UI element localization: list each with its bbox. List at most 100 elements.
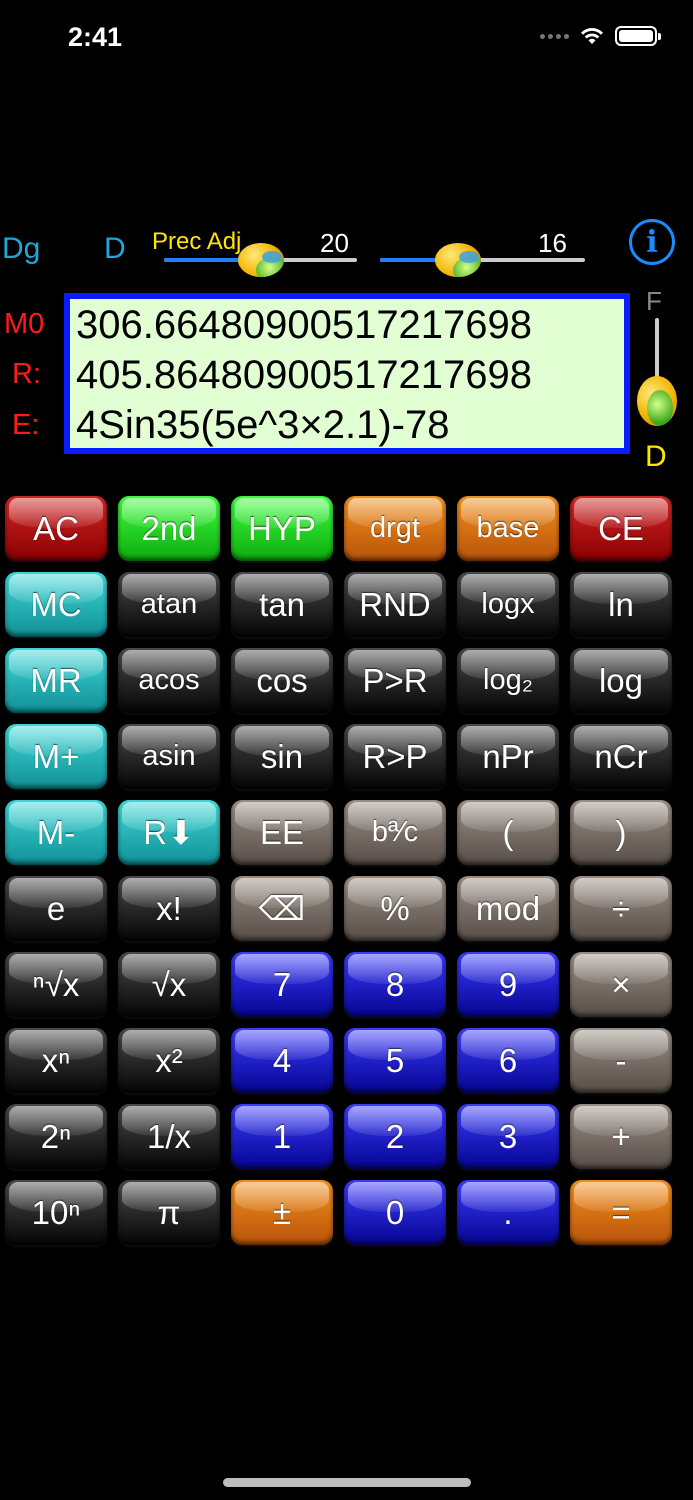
format-vertical-slider-knob[interactable] xyxy=(637,376,677,426)
key-reciprocal[interactable]: 1/x xyxy=(118,1104,220,1169)
calculator-display: 306.66480900517217698 405.86480900517217… xyxy=(64,293,630,454)
key-pi[interactable]: π xyxy=(118,1180,220,1245)
key-atan[interactable]: atan xyxy=(118,572,220,637)
key-label: RND xyxy=(359,585,431,623)
key-label: tan xyxy=(259,585,305,623)
key-ce[interactable]: CE xyxy=(570,496,672,561)
key-x-squared[interactable]: x² xyxy=(118,1028,220,1093)
key-polar-to-rect[interactable]: P>R xyxy=(344,648,446,713)
key-label: logx xyxy=(481,588,535,620)
key-tan[interactable]: tan xyxy=(231,572,333,637)
key-divide[interactable]: ÷ xyxy=(570,876,672,941)
info-button[interactable]: i xyxy=(629,219,675,265)
key-label: ⁿ√x xyxy=(32,965,80,1003)
key-label: asin xyxy=(142,740,196,772)
key-asin[interactable]: asin xyxy=(118,724,220,789)
key-label: 2nd xyxy=(141,509,197,547)
key-label: M- xyxy=(36,813,76,851)
key-nth-root[interactable]: ⁿ√x xyxy=(5,952,107,1017)
key-base[interactable]: base xyxy=(457,496,559,561)
key-label: AC xyxy=(33,509,79,547)
key-percent[interactable]: % xyxy=(344,876,446,941)
key-6[interactable]: 6 xyxy=(457,1028,559,1093)
key-minus[interactable]: - xyxy=(570,1028,672,1093)
key-label: ÷ xyxy=(611,889,631,927)
home-indicator[interactable] xyxy=(223,1478,471,1487)
key-fraction[interactable]: bª⁄c xyxy=(344,800,446,865)
key-log2[interactable]: log₂ xyxy=(457,648,559,713)
key-sqrt[interactable]: √x xyxy=(118,952,220,1017)
key-label: + xyxy=(611,1117,631,1155)
key-7[interactable]: 7 xyxy=(231,952,333,1017)
key-5[interactable]: 5 xyxy=(344,1028,446,1093)
result-label: R: xyxy=(12,358,41,390)
key-close-paren[interactable]: ) xyxy=(570,800,672,865)
key-sin[interactable]: sin xyxy=(231,724,333,789)
precision-value: 20 xyxy=(320,228,349,258)
key-mr[interactable]: MR xyxy=(5,648,107,713)
key-m-minus[interactable]: M- xyxy=(5,800,107,865)
key-ac[interactable]: AC xyxy=(5,496,107,561)
key-mc[interactable]: MC xyxy=(5,572,107,637)
key-npr[interactable]: nPr xyxy=(457,724,559,789)
key-9[interactable]: 9 xyxy=(457,952,559,1017)
key-label: nPr xyxy=(482,737,534,775)
key-hyp[interactable]: HYP xyxy=(231,496,333,561)
key-label: 10ⁿ xyxy=(31,1193,81,1231)
format-mode-toggle[interactable]: D xyxy=(104,232,126,266)
key-label: . xyxy=(503,1193,513,1231)
key-1[interactable]: 1 xyxy=(231,1104,333,1169)
key-label: MR xyxy=(30,661,82,699)
key-plus[interactable]: + xyxy=(570,1104,672,1169)
key-rnd[interactable]: RND xyxy=(344,572,446,637)
precision-slider-knob[interactable] xyxy=(237,243,284,277)
key-label: ) xyxy=(615,813,627,851)
key-two-pow-n[interactable]: 2ⁿ xyxy=(5,1104,107,1169)
digits-slider-knob[interactable] xyxy=(434,243,481,277)
key-factorial[interactable]: x! xyxy=(118,876,220,941)
key-backspace[interactable]: ⌫ xyxy=(231,876,333,941)
keypad: AC 2nd HYP drgt base CE MC atan tan RND logx ln MR ac… xyxy=(5,496,673,1245)
wifi-icon xyxy=(581,28,603,44)
key-drgt[interactable]: drgt xyxy=(344,496,446,561)
key-label: MC xyxy=(30,585,82,623)
key-label: ln xyxy=(608,585,634,623)
key-multiply[interactable]: × xyxy=(570,952,672,1017)
key-m-plus[interactable]: M+ xyxy=(5,724,107,789)
key-decimal[interactable]: . xyxy=(457,1180,559,1245)
key-e[interactable]: e xyxy=(5,876,107,941)
key-label: 2ⁿ xyxy=(40,1117,72,1155)
key-2[interactable]: 2 xyxy=(344,1104,446,1169)
key-label: R⬇ xyxy=(143,814,195,851)
angle-mode-toggle[interactable]: Dg xyxy=(2,232,40,266)
key-acos[interactable]: acos xyxy=(118,648,220,713)
key-rect-to-polar[interactable]: R>P xyxy=(344,724,446,789)
key-roll-down[interactable]: R⬇ xyxy=(118,800,220,865)
battery-icon xyxy=(615,26,661,46)
key-mod[interactable]: mod xyxy=(457,876,559,941)
key-label: x² xyxy=(155,1041,183,1079)
key-0[interactable]: 0 xyxy=(344,1180,446,1245)
key-4[interactable]: 4 xyxy=(231,1028,333,1093)
status-icons xyxy=(540,26,661,46)
key-label: CE xyxy=(598,509,644,547)
key-label: log₂ xyxy=(483,664,533,696)
key-2nd[interactable]: 2nd xyxy=(118,496,220,561)
key-logx[interactable]: logx xyxy=(457,572,559,637)
key-plus-minus[interactable]: ± xyxy=(231,1180,333,1245)
key-log[interactable]: log xyxy=(570,648,672,713)
key-label: log xyxy=(598,661,644,699)
key-ten-pow-n[interactable]: 10ⁿ xyxy=(5,1180,107,1245)
key-ncr[interactable]: nCr xyxy=(570,724,672,789)
key-label: e xyxy=(46,889,66,927)
key-x-pow-n[interactable]: xⁿ xyxy=(5,1028,107,1093)
key-open-paren[interactable]: ( xyxy=(457,800,559,865)
expression-label: E: xyxy=(12,409,40,441)
key-ln[interactable]: ln xyxy=(570,572,672,637)
key-8[interactable]: 8 xyxy=(344,952,446,1017)
key-3[interactable]: 3 xyxy=(457,1104,559,1169)
key-cos[interactable]: cos xyxy=(231,648,333,713)
key-ee[interactable]: EE xyxy=(231,800,333,865)
key-equals[interactable]: = xyxy=(570,1180,672,1245)
info-icon: i xyxy=(646,224,658,260)
